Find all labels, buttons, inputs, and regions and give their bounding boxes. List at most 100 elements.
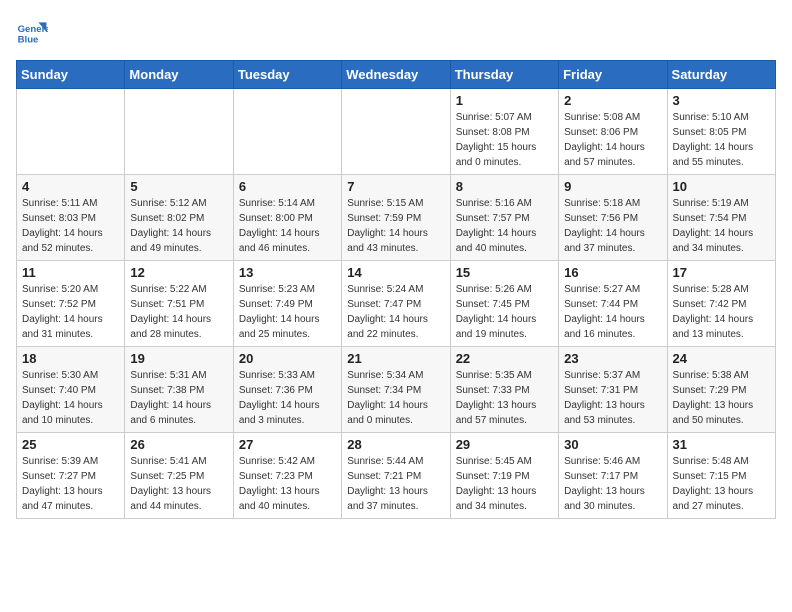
day-number: 11 (22, 265, 119, 280)
day-info: Sunrise: 5:15 AM Sunset: 7:59 PM Dayligh… (347, 196, 444, 256)
calendar-cell (233, 89, 341, 175)
calendar-cell: 22 Sunrise: 5:35 AM Sunset: 7:33 PM Dayli… (450, 347, 558, 433)
calendar-cell: 2 Sunrise: 5:08 AM Sunset: 8:06 PM Daylig… (559, 89, 667, 175)
calendar-cell: 10 Sunrise: 5:19 AM Sunset: 7:54 PM Dayli… (667, 175, 775, 261)
day-number: 30 (564, 437, 661, 452)
calendar-cell: 15 Sunrise: 5:26 AM Sunset: 7:45 PM Dayli… (450, 261, 558, 347)
day-info: Sunrise: 5:31 AM Sunset: 7:38 PM Dayligh… (130, 368, 227, 428)
day-info: Sunrise: 5:35 AM Sunset: 7:33 PM Dayligh… (456, 368, 553, 428)
calendar-cell: 19 Sunrise: 5:31 AM Sunset: 7:38 PM Dayli… (125, 347, 233, 433)
day-info: Sunrise: 5:41 AM Sunset: 7:25 PM Dayligh… (130, 454, 227, 514)
day-number: 27 (239, 437, 336, 452)
calendar-cell: 11 Sunrise: 5:20 AM Sunset: 7:52 PM Dayli… (17, 261, 125, 347)
calendar-cell: 5 Sunrise: 5:12 AM Sunset: 8:02 PM Daylig… (125, 175, 233, 261)
day-info: Sunrise: 5:48 AM Sunset: 7:15 PM Dayligh… (673, 454, 770, 514)
calendar-cell: 12 Sunrise: 5:22 AM Sunset: 7:51 PM Dayli… (125, 261, 233, 347)
day-info: Sunrise: 5:12 AM Sunset: 8:02 PM Dayligh… (130, 196, 227, 256)
calendar-cell (342, 89, 450, 175)
day-info: Sunrise: 5:28 AM Sunset: 7:42 PM Dayligh… (673, 282, 770, 342)
day-info: Sunrise: 5:14 AM Sunset: 8:00 PM Dayligh… (239, 196, 336, 256)
day-number: 12 (130, 265, 227, 280)
day-info: Sunrise: 5:10 AM Sunset: 8:05 PM Dayligh… (673, 110, 770, 170)
day-number: 18 (22, 351, 119, 366)
day-info: Sunrise: 5:44 AM Sunset: 7:21 PM Dayligh… (347, 454, 444, 514)
calendar-cell: 17 Sunrise: 5:28 AM Sunset: 7:42 PM Dayli… (667, 261, 775, 347)
day-number: 31 (673, 437, 770, 452)
day-number: 8 (456, 179, 553, 194)
day-info: Sunrise: 5:07 AM Sunset: 8:08 PM Dayligh… (456, 110, 553, 170)
weekday-header-tuesday: Tuesday (233, 61, 341, 89)
day-number: 28 (347, 437, 444, 452)
day-number: 2 (564, 93, 661, 108)
calendar-cell: 31 Sunrise: 5:48 AM Sunset: 7:15 PM Dayli… (667, 433, 775, 519)
calendar-cell: 3 Sunrise: 5:10 AM Sunset: 8:05 PM Daylig… (667, 89, 775, 175)
calendar-cell: 8Sunrise: 5:16 AM Sunset: 7:57 PM Daylig… (450, 175, 558, 261)
day-info: Sunrise: 5:45 AM Sunset: 7:19 PM Dayligh… (456, 454, 553, 514)
day-number: 29 (456, 437, 553, 452)
calendar-cell: 6 Sunrise: 5:14 AM Sunset: 8:00 PM Daylig… (233, 175, 341, 261)
weekday-header-sunday: Sunday (17, 61, 125, 89)
calendar-cell: 23 Sunrise: 5:37 AM Sunset: 7:31 PM Dayli… (559, 347, 667, 433)
day-number: 4 (22, 179, 119, 194)
calendar-cell: 7 Sunrise: 5:15 AM Sunset: 7:59 PM Daylig… (342, 175, 450, 261)
calendar-cell: 18 Sunrise: 5:30 AM Sunset: 7:40 PM Dayli… (17, 347, 125, 433)
day-number: 21 (347, 351, 444, 366)
day-info: Sunrise: 5:26 AM Sunset: 7:45 PM Dayligh… (456, 282, 553, 342)
day-number: 15 (456, 265, 553, 280)
day-info: Sunrise: 5:42 AM Sunset: 7:23 PM Dayligh… (239, 454, 336, 514)
calendar-cell (17, 89, 125, 175)
day-number: 9 (564, 179, 661, 194)
calendar-cell: 9Sunrise: 5:18 AM Sunset: 7:56 PM Daylig… (559, 175, 667, 261)
day-number: 6 (239, 179, 336, 194)
day-info: Sunrise: 5:11 AM Sunset: 8:03 PM Dayligh… (22, 196, 119, 256)
calendar-cell: 13 Sunrise: 5:23 AM Sunset: 7:49 PM Dayli… (233, 261, 341, 347)
day-number: 13 (239, 265, 336, 280)
day-info: Sunrise: 5:34 AM Sunset: 7:34 PM Dayligh… (347, 368, 444, 428)
day-info: Sunrise: 5:33 AM Sunset: 7:36 PM Dayligh… (239, 368, 336, 428)
day-number: 7 (347, 179, 444, 194)
calendar-cell: 24 Sunrise: 5:38 AM Sunset: 7:29 PM Dayli… (667, 347, 775, 433)
weekday-header-monday: Monday (125, 61, 233, 89)
calendar-cell: 4 Sunrise: 5:11 AM Sunset: 8:03 PM Daylig… (17, 175, 125, 261)
day-number: 19 (130, 351, 227, 366)
day-info: Sunrise: 5:38 AM Sunset: 7:29 PM Dayligh… (673, 368, 770, 428)
day-number: 14 (347, 265, 444, 280)
weekday-header-thursday: Thursday (450, 61, 558, 89)
day-info: Sunrise: 5:37 AM Sunset: 7:31 PM Dayligh… (564, 368, 661, 428)
day-info: Sunrise: 5:20 AM Sunset: 7:52 PM Dayligh… (22, 282, 119, 342)
weekday-header-saturday: Saturday (667, 61, 775, 89)
day-number: 10 (673, 179, 770, 194)
day-number: 5 (130, 179, 227, 194)
day-number: 22 (456, 351, 553, 366)
day-info: Sunrise: 5:22 AM Sunset: 7:51 PM Dayligh… (130, 282, 227, 342)
day-info: Sunrise: 5:27 AM Sunset: 7:44 PM Dayligh… (564, 282, 661, 342)
day-number: 20 (239, 351, 336, 366)
calendar-cell: 20 Sunrise: 5:33 AM Sunset: 7:36 PM Dayli… (233, 347, 341, 433)
day-number: 23 (564, 351, 661, 366)
day-number: 26 (130, 437, 227, 452)
calendar-cell: 16 Sunrise: 5:27 AM Sunset: 7:44 PM Dayli… (559, 261, 667, 347)
day-info: Sunrise: 5:08 AM Sunset: 8:06 PM Dayligh… (564, 110, 661, 170)
day-info: Sunrise: 5:46 AM Sunset: 7:17 PM Dayligh… (564, 454, 661, 514)
weekday-header-friday: Friday (559, 61, 667, 89)
calendar-cell (125, 89, 233, 175)
logo-icon: General Blue (16, 16, 48, 48)
calendar-cell: 21 Sunrise: 5:34 AM Sunset: 7:34 PM Dayli… (342, 347, 450, 433)
day-number: 16 (564, 265, 661, 280)
logo: General Blue (16, 16, 52, 48)
day-info: Sunrise: 5:23 AM Sunset: 7:49 PM Dayligh… (239, 282, 336, 342)
calendar-cell: 29 Sunrise: 5:45 AM Sunset: 7:19 PM Dayli… (450, 433, 558, 519)
calendar-cell: 25Sunrise: 5:39 AM Sunset: 7:27 PM Dayli… (17, 433, 125, 519)
calendar-cell: 30 Sunrise: 5:46 AM Sunset: 7:17 PM Dayli… (559, 433, 667, 519)
day-number: 3 (673, 93, 770, 108)
day-number: 24 (673, 351, 770, 366)
day-number: 25 (22, 437, 119, 452)
calendar-cell: 1Sunrise: 5:07 AM Sunset: 8:08 PM Daylig… (450, 89, 558, 175)
calendar-cell: 28 Sunrise: 5:44 AM Sunset: 7:21 PM Dayli… (342, 433, 450, 519)
day-info: Sunrise: 5:30 AM Sunset: 7:40 PM Dayligh… (22, 368, 119, 428)
calendar-cell: 26 Sunrise: 5:41 AM Sunset: 7:25 PM Dayli… (125, 433, 233, 519)
svg-text:Blue: Blue (18, 34, 39, 45)
day-info: Sunrise: 5:19 AM Sunset: 7:54 PM Dayligh… (673, 196, 770, 256)
day-number: 17 (673, 265, 770, 280)
calendar-cell: 14Sunrise: 5:24 AM Sunset: 7:47 PM Dayli… (342, 261, 450, 347)
